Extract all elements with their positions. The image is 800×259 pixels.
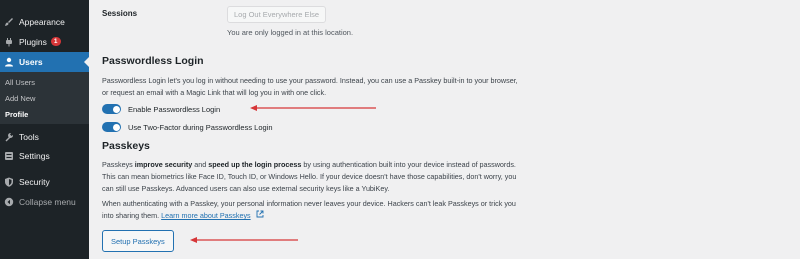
- admin-sidebar: Appearance Plugins 1 Users All Users Add…: [0, 0, 89, 259]
- setup-passkeys-button[interactable]: Setup Passkeys: [102, 230, 174, 252]
- annotation-arrow-icon: [190, 237, 298, 243]
- two-factor-row: Use Two-Factor during Passwordless Login: [102, 122, 273, 132]
- collapse-menu-button[interactable]: Collapse menu: [0, 192, 89, 211]
- paintbrush-icon: [4, 17, 14, 27]
- shield-icon: [4, 177, 14, 187]
- enable-passwordless-row: Enable Passwordless Login: [102, 104, 220, 114]
- two-factor-label: Use Two-Factor during Passwordless Login: [128, 122, 273, 132]
- settings-icon: [4, 151, 14, 161]
- user-icon: [4, 57, 14, 67]
- plugin-icon: [4, 37, 14, 47]
- annotation-arrow-icon: [250, 105, 376, 111]
- update-count-badge: 1: [50, 37, 61, 46]
- two-factor-toggle[interactable]: [102, 122, 121, 132]
- submenu-item-profile[interactable]: Profile: [5, 110, 28, 119]
- logout-everywhere-button[interactable]: Log Out Everywhere Else: [227, 6, 327, 23]
- enable-passwordless-label: Enable Passwordless Login: [128, 104, 221, 114]
- collapse-icon: [4, 197, 14, 207]
- profile-content: Sessions Log Out Everywhere Else You are…: [89, 0, 800, 259]
- passkeys-heading: Passkeys: [102, 140, 150, 152]
- external-link-icon: [256, 210, 264, 222]
- learn-more-passkeys-link[interactable]: Learn more about Passkeys: [161, 211, 251, 220]
- passwordless-description: Passwordless Login let's you log in with…: [102, 76, 518, 97]
- sidebar-item-label: Plugins: [19, 36, 47, 47]
- passwordless-heading: Passwordless Login: [102, 55, 204, 67]
- passkeys-privacy-text: When authenticating with a Passkey, your…: [102, 198, 722, 222]
- sidebar-item-label: Settings: [19, 150, 50, 161]
- sidebar-item-users[interactable]: Users: [0, 52, 89, 72]
- users-submenu: All Users Add New Profile: [0, 72, 89, 124]
- sidebar-item-label: Tools: [19, 131, 39, 142]
- sidebar-item-label: Appearance: [19, 16, 65, 27]
- sidebar-item-security[interactable]: Security: [0, 172, 89, 191]
- sessions-note: You are only logged in at this location.: [227, 28, 354, 37]
- sidebar-item-label: Collapse menu: [19, 196, 76, 207]
- sidebar-item-label: Security: [19, 176, 50, 187]
- wrench-icon: [4, 132, 14, 142]
- submenu-item-all-users[interactable]: All Users: [5, 78, 35, 87]
- passkeys-description: Passkeys improve security and speed up t…: [102, 160, 517, 193]
- sidebar-item-settings[interactable]: Settings: [0, 146, 89, 165]
- sidebar-item-plugins[interactable]: Plugins 1: [0, 32, 89, 51]
- sidebar-item-tools[interactable]: Tools: [0, 127, 89, 146]
- sidebar-item-appearance[interactable]: Appearance: [0, 12, 89, 31]
- sessions-label: Sessions: [102, 9, 138, 18]
- submenu-item-add-new[interactable]: Add New: [5, 94, 35, 103]
- enable-passwordless-toggle[interactable]: [102, 104, 121, 114]
- sidebar-item-label: Users: [19, 57, 43, 67]
